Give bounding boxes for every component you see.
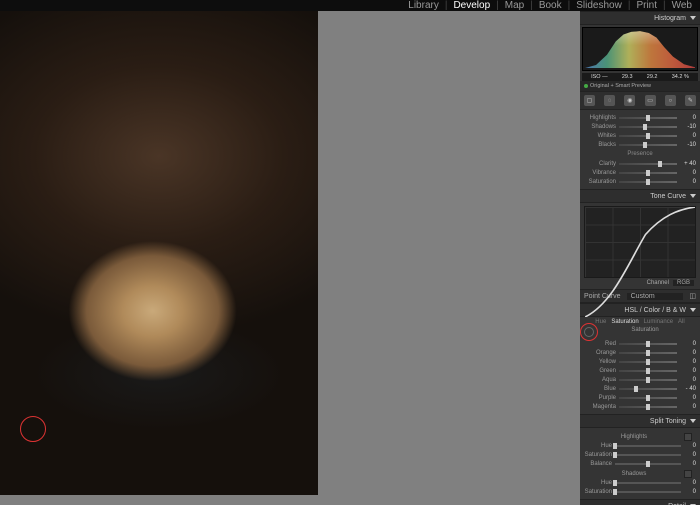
module-book[interactable]: Book [539, 0, 562, 11]
slider-saturation[interactable]: Saturation0 [584, 177, 696, 186]
tone-curve-header[interactable]: Tone Curve [580, 189, 700, 203]
tone-curve-graph[interactable] [584, 206, 696, 278]
brush-tool-icon[interactable]: ✎ [685, 95, 696, 106]
annotation-circle-1 [20, 416, 46, 442]
detail-panel-header[interactable]: Detail [580, 499, 700, 505]
slider-sat-yellow[interactable]: Yellow0 [584, 357, 696, 366]
slider-st-sat2[interactable]: Saturation0 [584, 487, 696, 496]
slider-sat-blue[interactable]: Blue- 40 [584, 384, 696, 393]
slider-st-sat1[interactable]: Saturation0 [584, 450, 696, 459]
st-highlights-label: Highlights [588, 434, 680, 440]
radial-tool-icon[interactable]: ○ [665, 95, 676, 106]
annotation-circle-2 [580, 323, 598, 341]
local-adjustments-toolstrip: ▢ ◌ ◉ ▭ ○ ✎ [580, 91, 700, 110]
slider-sat-purple[interactable]: Purple0 [584, 393, 696, 402]
canvas-background [318, 11, 580, 505]
stat-focal: 29.3 [622, 74, 633, 80]
histogram-panel-header[interactable]: Histogram [580, 11, 700, 25]
slider-vibrance[interactable]: Vibrance0 [584, 168, 696, 177]
redeye-tool-icon[interactable]: ◉ [624, 95, 635, 106]
hsl-tabs: Hue Saturation Luminance All [580, 317, 700, 325]
basic-panel-body: Highlights0 Shadows-10 Whites0 Blacks-10… [580, 110, 700, 189]
slider-whites[interactable]: Whites0 [584, 131, 696, 140]
crop-tool-icon[interactable]: ▢ [584, 95, 595, 106]
st-shadows-label: Shadows [588, 471, 680, 477]
slider-sat-orange[interactable]: Orange0 [584, 348, 696, 357]
spot-tool-icon[interactable]: ◌ [604, 95, 615, 106]
module-picker: Library| Develop| Map| Book| Slideshow| … [0, 0, 700, 11]
module-map[interactable]: Map [505, 0, 524, 11]
split-toning-title: Split Toning [650, 418, 686, 425]
module-print[interactable]: Print [636, 0, 657, 11]
disclosure-icon [690, 194, 696, 198]
module-develop[interactable]: Develop [453, 0, 490, 11]
slider-shadows[interactable]: Shadows-10 [584, 122, 696, 131]
disclosure-icon [690, 419, 696, 423]
slider-sat-green[interactable]: Green0 [584, 366, 696, 375]
module-library[interactable]: Library [408, 0, 439, 11]
st-shadows-swatch[interactable] [684, 470, 692, 478]
tone-curve-title: Tone Curve [650, 193, 686, 200]
module-slideshow[interactable]: Slideshow [576, 0, 622, 11]
slider-st-hue1[interactable]: Hue0 [584, 441, 696, 450]
histogram-title: Histogram [654, 15, 686, 22]
photo-preview [0, 11, 318, 495]
stat-iso: ISO — [591, 74, 608, 80]
slider-sat-red[interactable]: Red0 [584, 339, 696, 348]
hsl-section-label: Saturation [594, 327, 696, 337]
image-canvas[interactable] [0, 11, 318, 505]
slider-highlights[interactable]: Highlights0 [584, 113, 696, 122]
split-toning-header[interactable]: Split Toning [580, 414, 700, 428]
targeted-adjustment-tool[interactable] [584, 327, 594, 337]
slider-st-hue2[interactable]: Hue0 [584, 478, 696, 487]
stat-aperture: 29.2 [647, 74, 658, 80]
right-panels: Histogram ISO — 29.3 29.2 34.2 % Origina… [580, 11, 700, 505]
module-web[interactable]: Web [672, 0, 692, 11]
histogram[interactable] [582, 27, 698, 71]
slider-clarity[interactable]: Clarity+ 40 [584, 159, 696, 168]
stat-shutter: 34.2 % [672, 74, 689, 80]
slider-blacks[interactable]: Blacks-10 [584, 140, 696, 149]
slider-sat-magenta[interactable]: Magenta0 [584, 402, 696, 411]
disclosure-icon [690, 16, 696, 20]
gradient-tool-icon[interactable]: ▭ [645, 95, 656, 106]
slider-sat-aqua[interactable]: Aqua0 [584, 375, 696, 384]
presence-label: Presence [584, 151, 696, 157]
st-highlights-swatch[interactable] [684, 433, 692, 441]
slider-st-balance[interactable]: Balance0 [584, 459, 696, 468]
histogram-stats: ISO — 29.3 29.2 34.2 % [582, 73, 698, 81]
preview-source: Original + Smart Preview [580, 81, 700, 91]
